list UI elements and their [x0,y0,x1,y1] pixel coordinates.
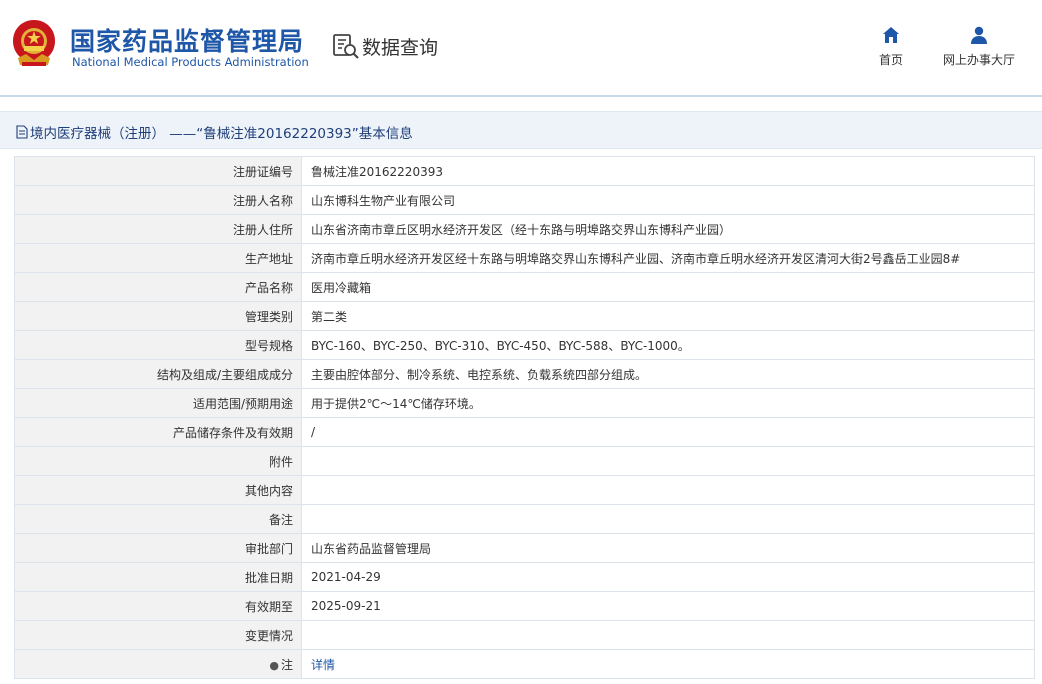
nav-home[interactable]: 首页 [870,25,912,68]
document-icon [16,125,28,139]
table-row: 有效期至 2025-09-21 [14,591,1035,621]
row-label: 注册证编号 [14,156,302,186]
data-query-label: 数据查询 [362,36,439,59]
row-label: 附件 [14,446,302,476]
note-row: ● 注 详情 [14,649,1035,679]
row-value: 医用冷藏箱 [301,272,1035,302]
table-row: 产品名称 医用冷藏箱 [14,272,1035,302]
note-label-cell: ● 注 [14,649,302,679]
row-label: 批准日期 [14,562,302,592]
site-header: 国家药品监督管理局 National Medical Products Admi… [0,0,1042,95]
table-row: 备注 [14,504,1035,534]
table-row: 生产地址 济南市章丘明水经济开发区经十东路与明埠路交界山东博科产业园、济南市章丘明… [14,243,1035,273]
table-row: 审批部门 山东省药品监督管理局 [14,533,1035,563]
data-query-title: 数据查询 [332,31,438,61]
table-row: 其他内容 [14,475,1035,505]
table-row: 适用范围/预期用途 用于提供2℃～14℃储存环境。 [14,388,1035,418]
row-label: 其他内容 [14,475,302,505]
table-row: 注册证编号 鲁械注准20162220393 [14,156,1035,186]
row-value [301,620,1035,650]
row-value: / [301,417,1035,447]
row-label: 结构及组成/主要组成成分 [14,359,302,389]
row-value: 2021-04-29 [301,562,1035,592]
row-label: 注册人住所 [14,214,302,244]
row-label: 产品储存条件及有效期 [14,417,302,447]
note-label: 注 [280,657,293,672]
row-label: 备注 [14,504,302,534]
data-query-icon [333,34,359,59]
row-value [301,475,1035,505]
header-divider [0,95,1042,97]
row-value: 济南市章丘明水经济开发区经十东路与明埠路交界山东博科产业园、济南市章丘明水经济开… [301,243,1035,273]
row-label: 产品名称 [14,272,302,302]
row-value: 鲁械注准20162220393 [301,156,1035,186]
table-row: 型号规格 BYC-160、BYC-250、BYC-310、BYC-450、BYC-… [14,330,1035,360]
row-label: 变更情况 [14,620,302,650]
row-value: 第二类 [301,301,1035,331]
row-label: 生产地址 [14,243,302,273]
table-row: 产品储存条件及有效期 / [14,417,1035,447]
nav-home-label: 首页 [878,53,903,67]
table-row: 注册人住所 山东省济南市章丘区明水经济开发区（经十东路与明埠路交界山东博科产业园） [14,214,1035,244]
row-value: 用于提供2℃～14℃储存环境。 [301,388,1035,418]
row-label: 有效期至 [14,591,302,621]
org-name-cn: 国家药品监督管理局 [70,27,305,56]
table-row: 结构及组成/主要组成成分 主要由腔体部分、制冷系统、电控系统、负载系统四部分组成。 [14,359,1035,389]
breadcrumb: 境内医疗器械（注册） ——“鲁械注准20162220393”基本信息 [0,111,1042,149]
row-label: 型号规格 [14,330,302,360]
table-row: 注册人名称 山东博科生物产业有限公司 [14,185,1035,215]
bulb-icon: ● [269,658,279,672]
breadcrumb-text: 境内医疗器械（注册） ——“鲁械注准20162220393”基本信息 [30,126,413,142]
table-row: 变更情况 [14,620,1035,650]
user-icon [971,26,987,44]
row-value: 山东省济南市章丘区明水经济开发区（经十东路与明埠路交界山东博科产业园） [301,214,1035,244]
nav-online-hall[interactable]: 网上办事大厅 [935,25,1023,68]
row-label: 适用范围/预期用途 [14,388,302,418]
row-label: 管理类别 [14,301,302,331]
row-value: 山东省药品监督管理局 [301,533,1035,563]
table-row: 附件 [14,446,1035,476]
row-value: BYC-160、BYC-250、BYC-310、BYC-450、BYC-588、… [301,330,1035,360]
row-value [301,504,1035,534]
table-row: 管理类别 第二类 [14,301,1035,331]
home-icon [883,27,899,43]
details-link[interactable]: 详情 [311,658,335,672]
table-row: 批准日期 2021-04-29 [14,562,1035,592]
note-value-cell: 详情 [301,649,1035,679]
row-value: 主要由腔体部分、制冷系统、电控系统、负载系统四部分组成。 [301,359,1035,389]
national-emblem-icon [13,20,55,66]
row-value: 山东博科生物产业有限公司 [301,185,1035,215]
row-value: 2025-09-21 [301,591,1035,621]
row-label: 审批部门 [14,533,302,563]
nav-online-hall-label: 网上办事大厅 [942,53,1015,67]
row-label: 注册人名称 [14,185,302,215]
registration-info-table: 注册证编号 鲁械注准20162220393 注册人名称 山东博科生物产业有限公司 注… [14,156,1035,679]
row-value [301,446,1035,476]
org-name-en: National Medical Products Administration [72,55,309,69]
